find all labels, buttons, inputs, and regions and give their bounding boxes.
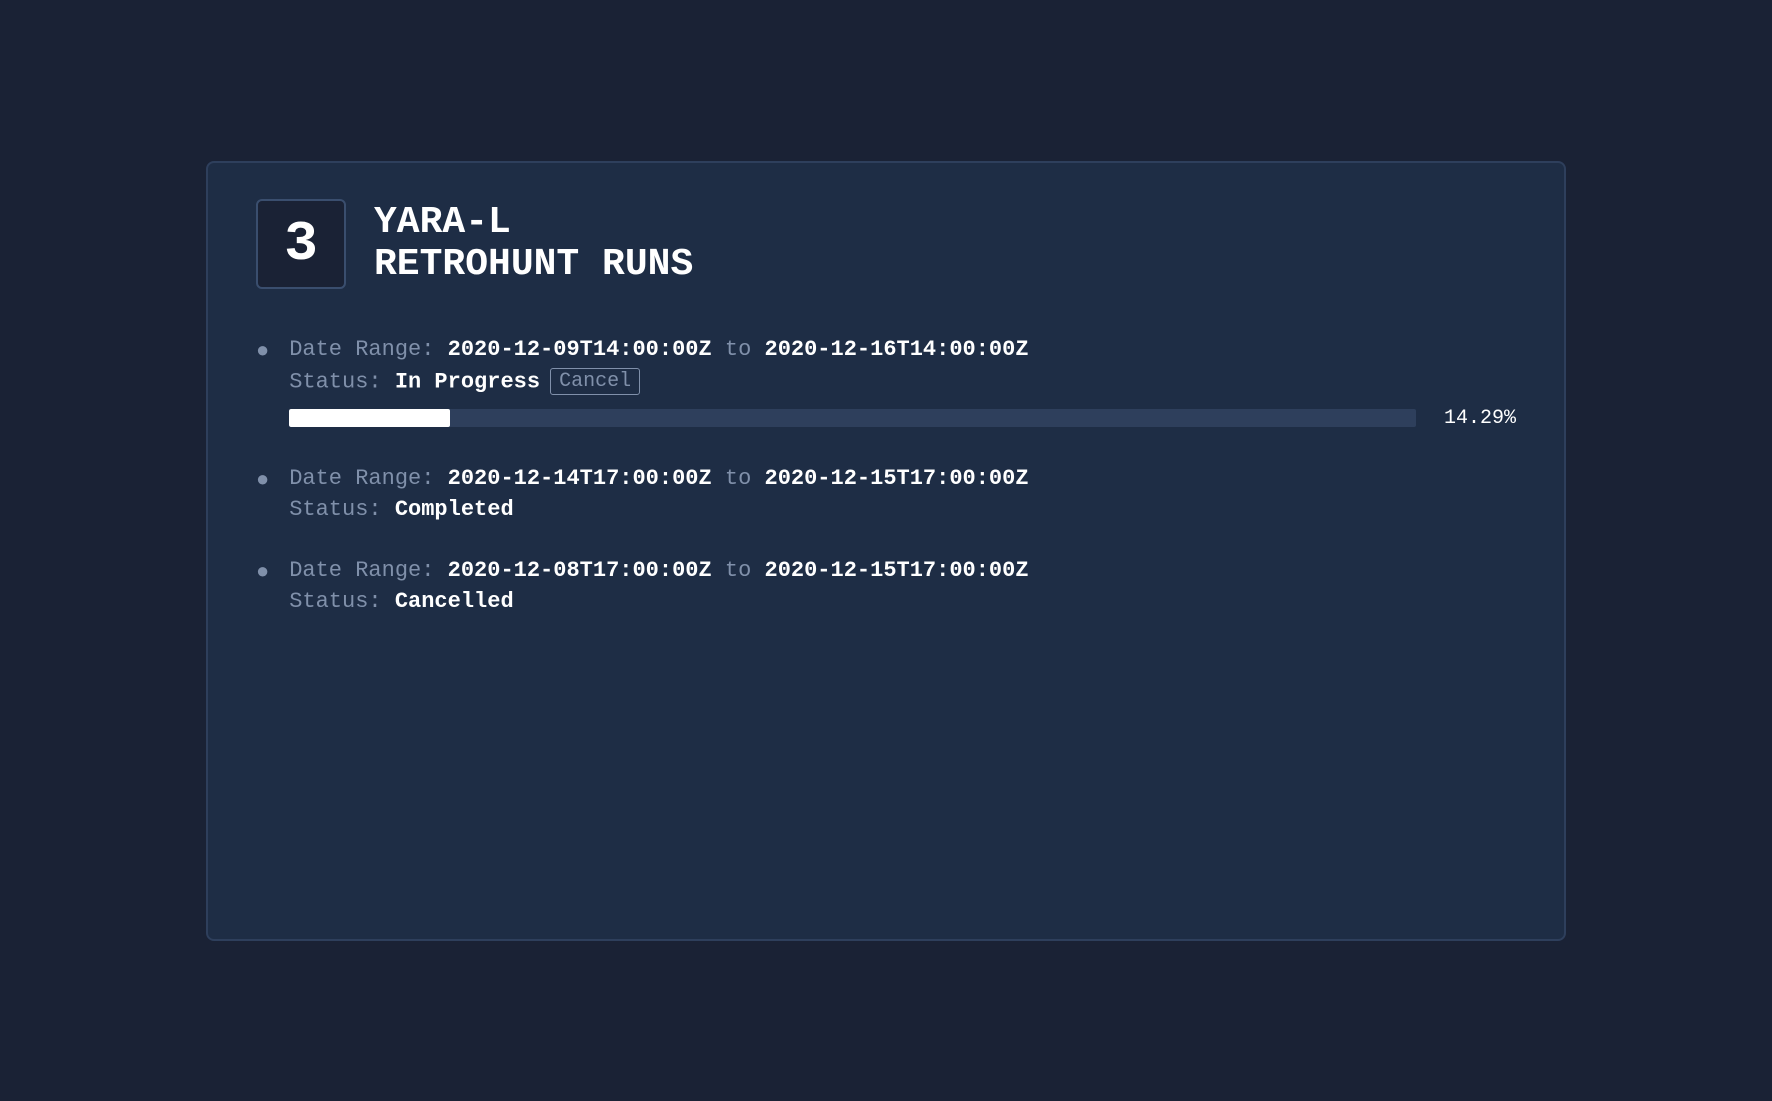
date-end-2: 2020-12-15T17:00:00Z: [765, 466, 1029, 491]
date-range-line-1: Date Range: 2020-12-09T14:00:00Z to 2020…: [289, 337, 1516, 362]
progress-percent-1: 14.29%: [1436, 407, 1516, 430]
date-start-1: 2020-12-09T14:00:00Z: [448, 337, 712, 362]
status-label-1: Status:: [289, 369, 395, 394]
card-header: 3 YARA-L RETROHUNT RUNS: [256, 199, 1516, 289]
run-details-2: Date Range: 2020-12-14T17:00:00Z to 2020…: [289, 466, 1516, 522]
main-card: 3 YARA-L RETROHUNT RUNS ● Date Range: 20…: [206, 161, 1566, 941]
cancel-button-1[interactable]: Cancel: [550, 368, 640, 395]
date-range-line-3: Date Range: 2020-12-08T17:00:00Z to 2020…: [289, 558, 1516, 583]
bullet-icon-1: ●: [256, 339, 269, 364]
date-start-3: 2020-12-08T17:00:00Z: [448, 558, 712, 583]
status-label-3: Status:: [289, 589, 395, 614]
status-value-2: Completed: [395, 497, 514, 522]
card-number: 3: [284, 212, 318, 276]
progress-container-1: 14.29%: [289, 407, 1516, 430]
status-line-1: Status: In Progress Cancel: [289, 368, 1516, 395]
title-line2: RETROHUNT RUNS: [374, 244, 693, 286]
status-value-1: In Progress: [395, 369, 540, 394]
status-line-3: Status: Cancelled: [289, 589, 1516, 614]
status-value-3: Cancelled: [395, 589, 514, 614]
status-label-2: Status:: [289, 497, 395, 522]
title-block: YARA-L RETROHUNT RUNS: [374, 202, 693, 286]
bullet-icon-3: ●: [256, 560, 269, 585]
date-end-1: 2020-12-16T14:00:00Z: [765, 337, 1029, 362]
bullet-icon-2: ●: [256, 468, 269, 493]
progress-bar-bg-1: [289, 409, 1416, 427]
run-details-1: Date Range: 2020-12-09T14:00:00Z to 2020…: [289, 337, 1516, 430]
run-item-2: ● Date Range: 2020-12-14T17:00:00Z to 20…: [256, 466, 1516, 522]
date-range-label-3: Date Range:: [289, 558, 447, 583]
date-range-line-2: Date Range: 2020-12-14T17:00:00Z to 2020…: [289, 466, 1516, 491]
run-item-1: ● Date Range: 2020-12-09T14:00:00Z to 20…: [256, 337, 1516, 430]
title-line1: YARA-L: [374, 202, 693, 244]
number-box: 3: [256, 199, 346, 289]
date-range-label-1: Date Range:: [289, 337, 447, 362]
runs-list: ● Date Range: 2020-12-09T14:00:00Z to 20…: [256, 337, 1516, 614]
progress-bar-fill-1: [289, 409, 450, 427]
run-details-3: Date Range: 2020-12-08T17:00:00Z to 2020…: [289, 558, 1516, 614]
date-range-label-2: Date Range:: [289, 466, 447, 491]
status-line-2: Status: Completed: [289, 497, 1516, 522]
date-end-3: 2020-12-15T17:00:00Z: [765, 558, 1029, 583]
run-item-3: ● Date Range: 2020-12-08T17:00:00Z to 20…: [256, 558, 1516, 614]
connector-1: to: [712, 337, 765, 362]
connector-3: to: [712, 558, 765, 583]
connector-2: to: [712, 466, 765, 491]
date-start-2: 2020-12-14T17:00:00Z: [448, 466, 712, 491]
